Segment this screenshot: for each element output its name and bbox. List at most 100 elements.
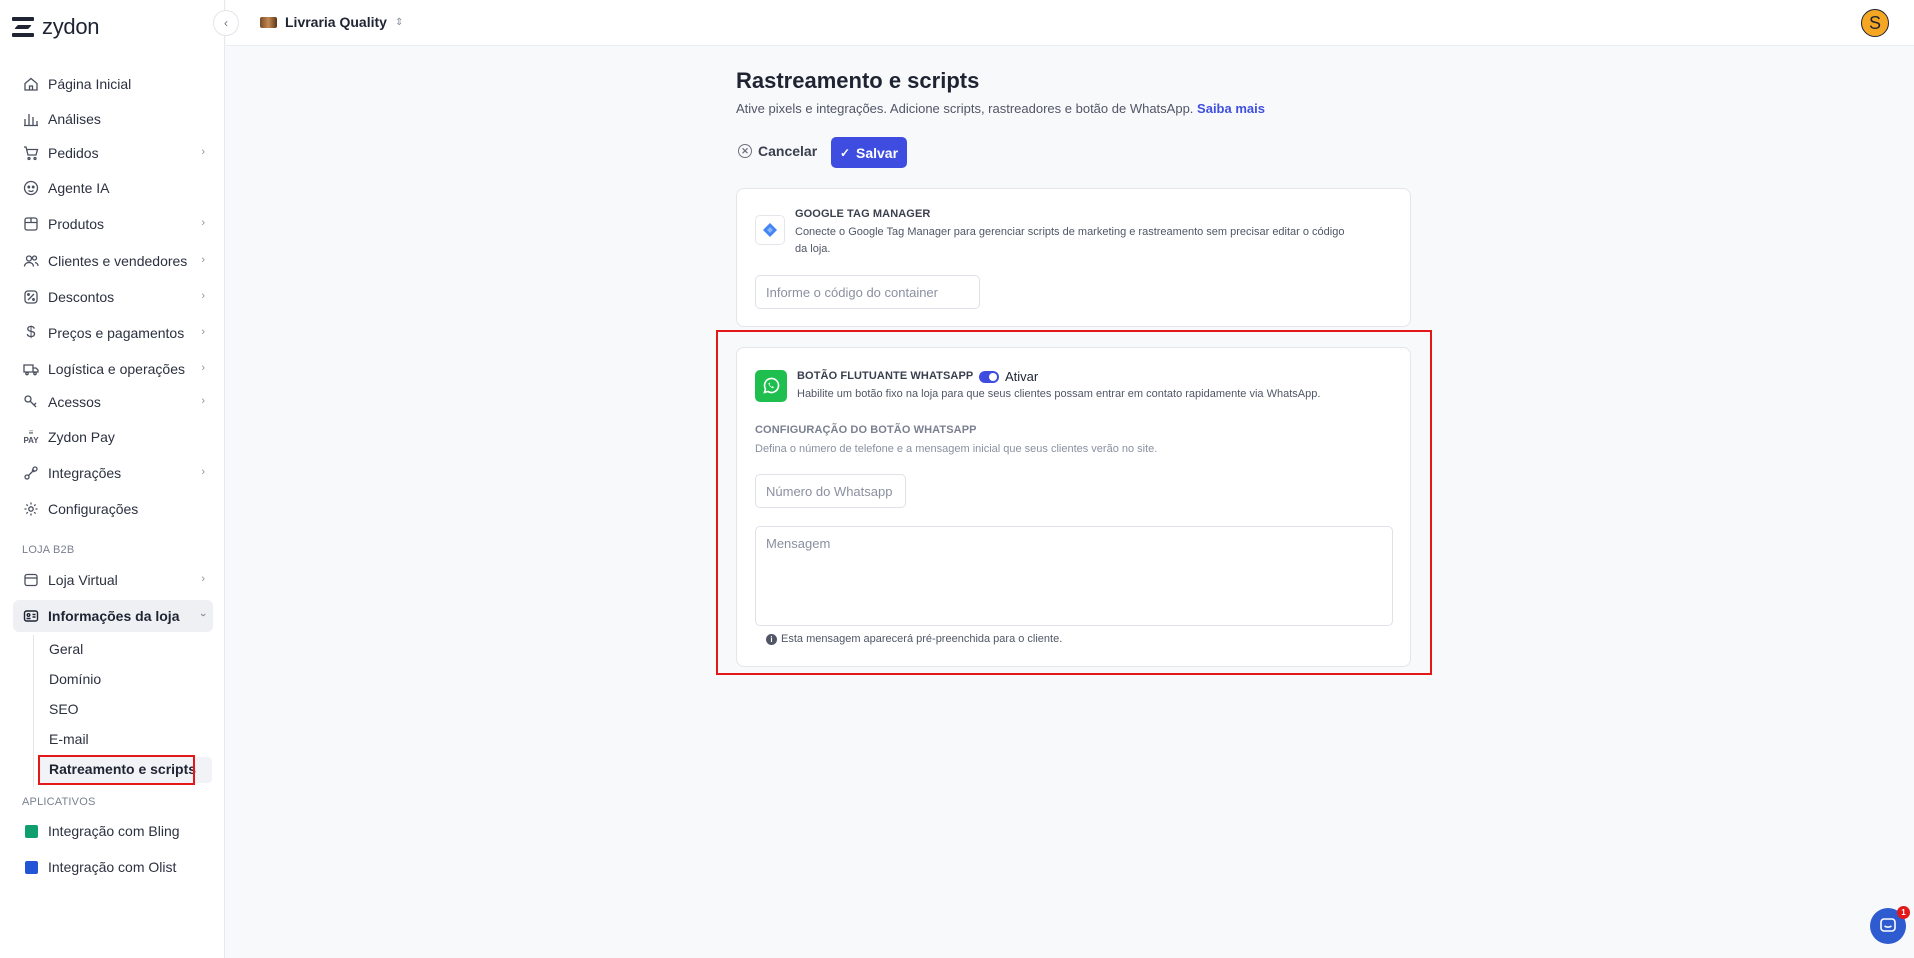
plug-icon	[22, 464, 40, 482]
page-subtitle-text: Ative pixels e integrações. Adicione scr…	[736, 101, 1194, 116]
store-selector[interactable]: Livraria Quality ⇕	[260, 14, 403, 30]
page-subtitle: Ative pixels e integrações. Adicione scr…	[736, 101, 1265, 116]
sidebar-item-logistica[interactable]: Logística e operações ›	[13, 353, 213, 385]
sidebar-item-descontos[interactable]: Descontos ›	[13, 281, 213, 313]
chevron-right-icon: ›	[201, 573, 205, 585]
subitem-email[interactable]: E-mail	[49, 731, 89, 747]
sidebar-item-label: Logística e operações	[48, 361, 185, 377]
chart-icon	[22, 110, 40, 128]
chevron-left-icon: ‹	[224, 16, 228, 30]
sidebar-item-analises[interactable]: Análises	[13, 103, 213, 135]
zydon-logo-icon	[12, 15, 36, 39]
cart-icon	[22, 144, 40, 162]
logo-text: zydon	[42, 14, 100, 39]
google-tag-manager-icon	[755, 215, 785, 245]
home-icon	[22, 75, 40, 93]
discount-icon	[22, 288, 40, 306]
chat-icon	[1880, 918, 1896, 932]
gtm-desc-line: da loja.	[795, 243, 831, 255]
chevron-right-icon: ›	[201, 146, 205, 158]
sidebar-item-label: Agente IA	[48, 180, 110, 196]
sidebar-item-produtos[interactable]: Produtos ›	[13, 208, 213, 240]
sidebar-item-agente-ia[interactable]: Agente IA	[13, 172, 213, 204]
submenu-line	[33, 635, 34, 787]
sidebar-item-integracoes[interactable]: Integrações ›	[13, 457, 213, 489]
notification-badge: 1	[1897, 906, 1910, 919]
chevron-right-icon: ›	[201, 466, 205, 478]
sidebar-item-pedidos[interactable]: Pedidos ›	[13, 137, 213, 169]
chevron-down-icon: ›	[197, 613, 210, 617]
chevron-right-icon: ›	[201, 362, 205, 374]
section-label-apps: APLICATIVOS	[22, 796, 96, 808]
logo[interactable]: zydon	[12, 14, 100, 40]
users-icon	[22, 252, 40, 270]
box-icon	[22, 215, 40, 233]
sidebar-item-label: Zydon Pay	[48, 429, 115, 445]
sidebar-item-label: Produtos	[48, 216, 105, 232]
highlight-box-whatsapp	[716, 330, 1432, 675]
sidebar-item-zydon-pay[interactable]: ≡ PAY Zydon Pay	[13, 421, 213, 453]
sidebar-item-acessos[interactable]: Acessos ›	[13, 386, 213, 418]
key-icon	[22, 393, 40, 411]
store-icon	[22, 571, 40, 589]
sidebar-item-label: Descontos	[48, 289, 115, 305]
avatar[interactable]: S	[1861, 9, 1889, 37]
bot-icon	[22, 179, 40, 197]
store-name: Livraria Quality	[285, 14, 387, 30]
sidebar-item-precos[interactable]: $ Preços e pagamentos ›	[13, 317, 213, 349]
sidebar: zydon Página Inicial Análises Pedidos › …	[0, 0, 225, 958]
close-circle-icon: ✕	[738, 144, 752, 158]
sidebar-item-label: Preços e pagamentos	[48, 325, 185, 341]
topbar	[226, 0, 1914, 46]
cancel-label: Cancelar	[758, 143, 818, 159]
sidebar-item-clientes[interactable]: Clientes e vendedores ›	[13, 245, 213, 277]
save-button[interactable]: ✓ Salvar	[831, 137, 907, 168]
chevron-right-icon: ›	[201, 395, 205, 407]
avatar-letter: S	[1868, 12, 1881, 33]
subitem-geral[interactable]: Geral	[49, 641, 83, 657]
gtm-title: GOOGLE TAG MANAGER	[795, 208, 931, 220]
sidebar-item-olist[interactable]: Integração com Olist	[13, 851, 213, 883]
gtm-desc-line: Conecte o Google Tag Manager para gerenc…	[795, 226, 1345, 238]
sidebar-item-label: Pedidos	[48, 145, 99, 161]
sidebar-item-label: Página Inicial	[48, 76, 132, 92]
sidebar-item-configuracoes[interactable]: Configurações	[13, 493, 213, 525]
bling-logo-icon	[22, 822, 40, 840]
container-code-input[interactable]: Informe o código do container	[755, 275, 980, 309]
chevron-right-icon: ›	[201, 217, 205, 229]
sidebar-item-label: Informações da loja	[48, 608, 180, 624]
sidebar-item-pagina-inicial[interactable]: Página Inicial	[13, 68, 213, 100]
gtm-card: GOOGLE TAG MANAGER Conecte o Google Tag …	[736, 188, 1411, 327]
chevron-right-icon: ›	[201, 326, 205, 338]
gear-icon	[22, 500, 40, 518]
subitem-dominio[interactable]: Domínio	[49, 671, 101, 687]
sidebar-item-bling[interactable]: Integração com Bling	[13, 815, 213, 847]
sidebar-item-label: Integrações	[48, 465, 122, 481]
truck-icon	[22, 360, 40, 378]
learn-more-link[interactable]: Saiba mais	[1197, 101, 1265, 116]
check-icon: ✓	[839, 145, 850, 160]
store-logo-icon	[260, 16, 277, 28]
cancel-button[interactable]: ✕ Cancelar	[738, 143, 817, 159]
gtm-description: Conecte o Google Tag Manager para gerenc…	[795, 224, 1395, 258]
sidebar-item-label: Clientes e vendedores	[48, 253, 188, 269]
chevron-updown-icon: ⇕	[394, 16, 404, 28]
subitem-seo[interactable]: SEO	[49, 701, 79, 717]
pay-icon: ≡ PAY	[23, 428, 39, 445]
sidebar-item-label: Análises	[48, 111, 101, 127]
collapse-sidebar-button[interactable]: ‹	[213, 10, 239, 36]
sidebar-item-label: Integração com Bling	[48, 823, 180, 839]
sidebar-item-label: Acessos	[48, 394, 101, 410]
sidebar-item-loja-virtual[interactable]: Loja Virtual ›	[13, 564, 213, 596]
save-label: Salvar	[856, 144, 899, 161]
sidebar-item-label: Loja Virtual	[48, 572, 118, 588]
olist-logo-icon	[22, 858, 40, 876]
highlight-box-menu	[38, 755, 195, 785]
id-card-icon	[22, 607, 40, 625]
sidebar-item-informacoes-loja[interactable]: Informações da loja ›	[13, 600, 213, 632]
sidebar-item-label: Configurações	[48, 501, 139, 517]
sidebar-item-label: Integração com Olist	[48, 859, 177, 875]
chevron-right-icon: ›	[201, 290, 205, 302]
section-label-b2b: LOJA B2B	[22, 544, 75, 556]
dollar-icon: $	[26, 324, 36, 341]
